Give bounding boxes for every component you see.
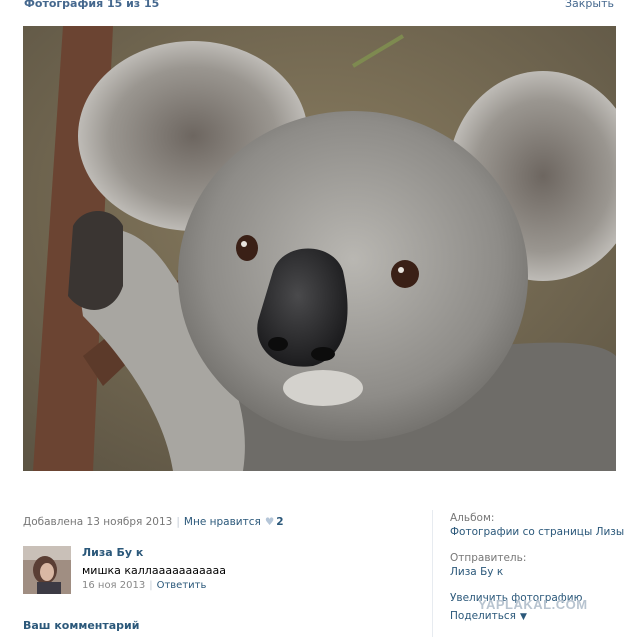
watermark: YAPLAKAL.COM <box>478 597 588 612</box>
sender-label: Отправитель: <box>450 552 527 564</box>
photo-image[interactable] <box>23 26 616 471</box>
avatar[interactable] <box>23 546 71 594</box>
avatar-photo <box>23 546 71 594</box>
photo-counter-title: Фотография 15 из 15 <box>24 0 160 10</box>
koala-photo <box>23 26 616 471</box>
your-comment-label[interactable]: Ваш комментарий <box>23 619 139 632</box>
close-button[interactable]: Закрыть <box>565 0 614 10</box>
separator: | <box>176 516 180 528</box>
comment-author-link[interactable]: Лиза Бу к <box>82 546 143 559</box>
comment-meta: 16 ноя 2013 | Ответить <box>82 580 206 591</box>
sender-link[interactable]: Лиза Бу к <box>450 566 630 580</box>
album-link[interactable]: Фотографии со страницы Лизы <box>450 526 630 540</box>
heart-icon[interactable]: ♥ <box>265 516 274 528</box>
column-divider <box>432 510 433 637</box>
like-count[interactable]: 2 <box>276 516 283 528</box>
album-label: Альбом: <box>450 512 495 524</box>
like-button[interactable]: Мне нравится <box>184 516 261 528</box>
photo-viewer-header: Фотография 15 из 15 Закрыть <box>0 0 640 14</box>
reply-button[interactable]: Ответить <box>157 580 207 591</box>
separator: | <box>149 580 153 591</box>
share-dropdown[interactable]: Поделиться ▼ <box>450 610 630 624</box>
photo-meta-line: Добавлена 13 ноября 2013 | Мне нравится ♥ 2 <box>23 516 284 528</box>
comment-item: Лиза Бу к мишка каллааааааааааа 16 ноя 2… <box>23 546 423 596</box>
comment-text: мишка каллааааааааааа <box>82 564 226 577</box>
added-date: Добавлена 13 ноября 2013 <box>23 516 173 528</box>
comment-date: 16 ноя 2013 <box>82 580 146 591</box>
chevron-down-icon: ▼ <box>519 612 527 622</box>
